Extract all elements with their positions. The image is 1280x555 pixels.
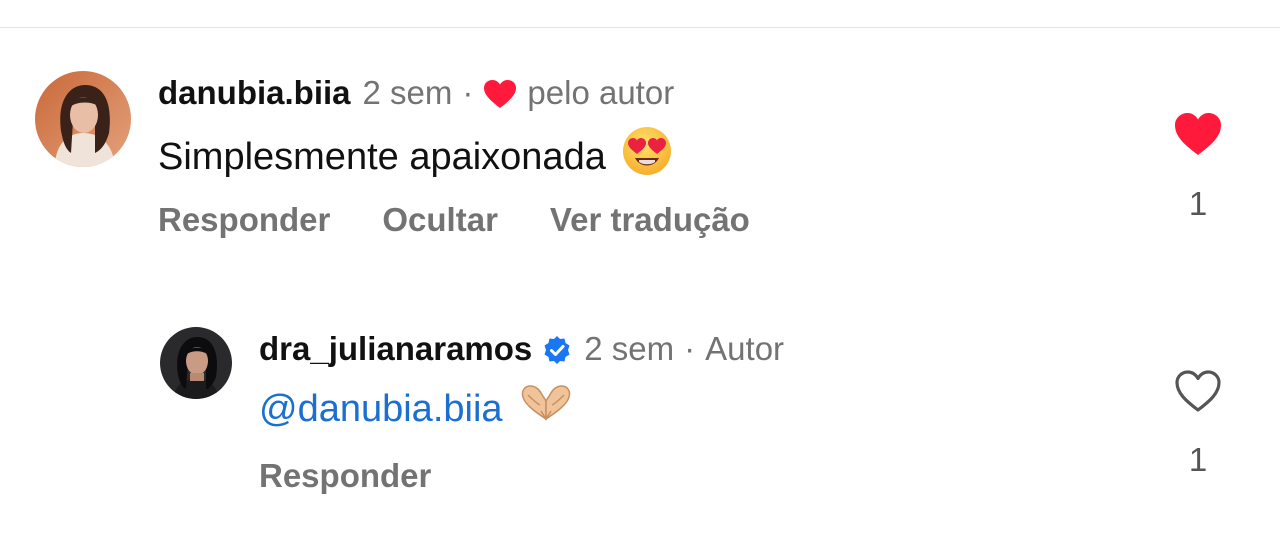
heart-outline-icon (1175, 370, 1221, 412)
heart-eyes-emoji-icon (622, 126, 672, 188)
see-translation-button[interactable]: Ver tradução (550, 200, 750, 240)
like-count: 1 (1188, 441, 1208, 478)
reply-button[interactable]: Responder (158, 200, 330, 240)
avatar-image (160, 327, 232, 399)
like-button[interactable] (1173, 368, 1223, 414)
comment-text-row: @danubia.biia (259, 383, 573, 435)
comment-header: dra_julianaramos 2 sem · Autor (259, 329, 784, 369)
username[interactable]: danubia.biia (158, 73, 351, 113)
heart-icon (483, 78, 517, 108)
like-button[interactable] (1173, 111, 1223, 157)
hide-button[interactable]: Ocultar (382, 200, 498, 240)
author-badge: Autor (705, 330, 785, 367)
avatar-image (35, 71, 131, 167)
heart-hands-emoji-icon (519, 383, 573, 435)
separator: · (462, 74, 474, 111)
avatar[interactable] (35, 71, 131, 167)
avatar[interactable] (160, 327, 232, 399)
comment-actions: Responder Ocultar Ver tradução (158, 200, 802, 240)
comment: danubia.biia 2 sem · pelo autor Simplesm… (0, 0, 1280, 260)
reply-comment: dra_julianaramos 2 sem · Autor @danubia.… (0, 260, 1280, 555)
timestamp: 2 sem (584, 330, 675, 367)
separator: · (684, 330, 696, 367)
heart-filled-icon (1175, 113, 1221, 155)
liked-by-author-label: pelo autor (527, 74, 675, 111)
comment-text: Simplesmente apaixonada (158, 136, 606, 178)
reply-button[interactable]: Responder (259, 456, 431, 496)
comment-actions: Responder (259, 456, 483, 496)
comment-header: danubia.biia 2 sem · pelo autor (158, 73, 674, 113)
username[interactable]: dra_julianaramos (259, 329, 532, 369)
mention-link[interactable]: @danubia.biia (259, 385, 503, 433)
comment-text-row: Simplesmente apaixonada (158, 126, 672, 188)
timestamp: 2 sem (362, 74, 453, 111)
like-count: 1 (1188, 185, 1208, 222)
verified-badge-icon (542, 334, 572, 364)
